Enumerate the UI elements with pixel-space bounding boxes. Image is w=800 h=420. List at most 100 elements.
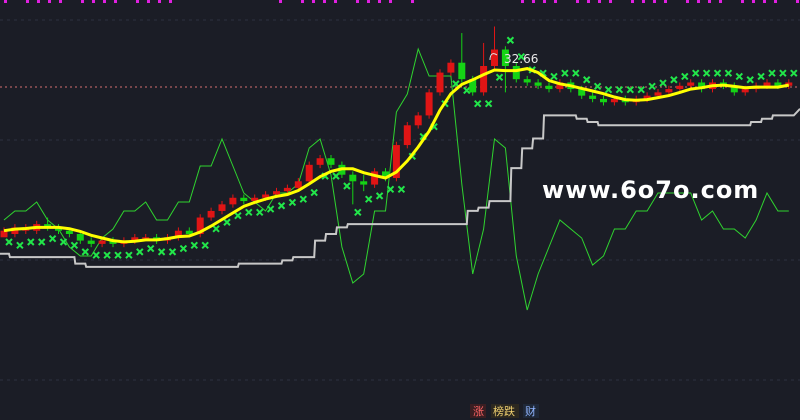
candle-body — [273, 191, 280, 195]
sar-marker — [397, 185, 406, 194]
candle-body — [76, 234, 84, 241]
sar-marker — [48, 234, 57, 243]
tick-mark — [26, 0, 29, 3]
candle-body — [207, 210, 215, 218]
sar-marker — [670, 76, 678, 84]
sar-marker — [201, 241, 209, 250]
tick-mark — [741, 0, 744, 3]
sar-marker — [495, 73, 504, 82]
sar-marker — [223, 218, 231, 226]
candle-body — [534, 82, 542, 86]
candle-body — [349, 174, 357, 182]
candle-body — [676, 85, 684, 90]
candles — [0, 26, 793, 248]
sar-marker — [768, 69, 776, 77]
candle-body — [240, 197, 248, 202]
tick-mark — [708, 0, 711, 3]
sar-marker — [136, 248, 144, 256]
sar-marker — [277, 202, 286, 210]
tab-rise[interactable]: 涨 — [473, 405, 484, 418]
tick-mark — [598, 0, 601, 3]
tick-mark — [323, 0, 326, 3]
candle-body — [283, 187, 291, 192]
tick-mark — [587, 0, 590, 3]
tick-mark — [609, 0, 612, 3]
tick-mark — [763, 0, 766, 3]
sar-marker — [463, 86, 471, 95]
top-ticks — [4, 0, 799, 3]
tick-mark — [92, 0, 95, 3]
sar-marker — [59, 238, 68, 246]
candle-body — [665, 89, 673, 93]
candle-body — [98, 240, 106, 244]
tick-mark — [37, 0, 40, 3]
sar-marker — [702, 69, 711, 77]
candle-body — [491, 49, 498, 66]
sar-marker — [255, 208, 264, 217]
sar-marker — [27, 238, 35, 246]
tick-mark — [147, 0, 150, 3]
tick-mark — [301, 0, 304, 3]
sar-marker — [659, 79, 667, 87]
tick-mark — [642, 0, 645, 3]
tick-mark — [103, 0, 106, 3]
tick-mark — [631, 0, 634, 3]
candle-body — [218, 204, 226, 211]
tick-mark — [576, 0, 579, 3]
sar-marker — [266, 205, 275, 213]
sar-marker — [572, 69, 580, 77]
candle-body — [589, 95, 597, 99]
sar-marker — [212, 225, 220, 233]
sar-marker — [779, 69, 787, 77]
candle-body — [360, 181, 368, 185]
sar-marker — [637, 85, 645, 94]
sar-marker — [735, 72, 744, 81]
tab-rank-fall[interactable]: 榜跌 — [493, 404, 515, 418]
tick-mark — [81, 0, 84, 3]
tick-mark — [312, 0, 315, 3]
sar-marker — [125, 251, 133, 259]
candle-body — [65, 230, 73, 234]
tick-mark — [411, 0, 414, 3]
sar-marker — [92, 251, 100, 259]
sar-marker — [364, 195, 373, 203]
candle-body — [763, 82, 771, 86]
tick-mark — [114, 0, 117, 3]
sar-marker — [550, 72, 558, 81]
sar-marker — [332, 172, 340, 180]
sar-marker — [713, 69, 722, 77]
tick-mark — [59, 0, 62, 3]
sar-marker — [593, 82, 602, 91]
tick-mark — [279, 0, 282, 3]
sar-marker — [473, 99, 482, 108]
candle-body — [545, 85, 553, 90]
sar-marker — [790, 69, 798, 77]
tick-mark — [532, 0, 535, 3]
sar-marker — [299, 195, 308, 203]
candle-body — [600, 98, 607, 103]
sar-marker — [234, 211, 242, 220]
sar-marker — [757, 72, 765, 81]
sar-marker — [245, 208, 253, 217]
candle-body — [316, 158, 324, 165]
tick-mark — [774, 0, 777, 3]
candlestick-chart: 32.66 www.6o7o.com 涨 榜跌 财 — [0, 0, 800, 418]
sar-marker — [190, 241, 199, 250]
candle-body — [512, 66, 520, 80]
tab-finance[interactable]: 财 — [525, 404, 536, 418]
sar-marker — [681, 72, 689, 81]
sar-marker — [179, 244, 188, 253]
sar-marker — [16, 241, 24, 250]
candle-body — [436, 72, 444, 93]
tick-mark — [686, 0, 689, 3]
sar-marker — [310, 188, 318, 197]
chart-canvas: 32.66 www.6o7o.com 涨 榜跌 财 — [0, 0, 800, 420]
tick-mark — [554, 0, 557, 3]
candle-body — [87, 240, 95, 244]
tick-mark — [48, 0, 51, 3]
tick-mark — [653, 0, 656, 3]
sar-marker — [604, 85, 613, 94]
tick-mark — [158, 0, 161, 3]
sar-marker — [168, 248, 177, 256]
tick-mark — [389, 0, 392, 3]
